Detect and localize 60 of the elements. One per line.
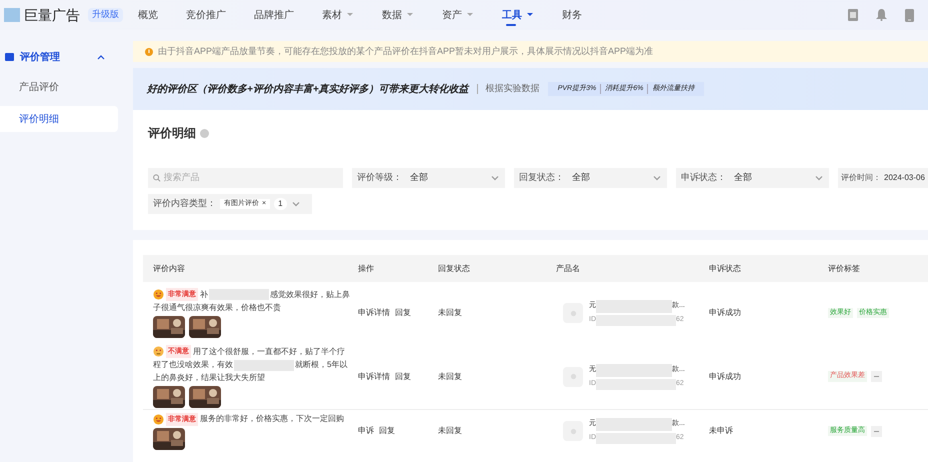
chevron-down-icon: [814, 173, 824, 183]
more-tags-icon[interactable]: [871, 426, 882, 436]
action-link[interactable]: 申诉: [358, 425, 374, 437]
column-header: 回复状态: [438, 262, 471, 274]
nav-tab[interactable]: 财务: [562, 0, 582, 30]
notice-text: 由于抖音APP端产品放量节奏，可能存在您投放的某个产品评价在抖音APP暂未对用户展示，具体展示情况以抖音APP端为准: [158, 44, 654, 58]
emoji-face-icon: [153, 289, 164, 300]
banner-headline: 好的评价区（评价数多+评价内容丰富+真实好评多）可带来更大转化收益: [147, 82, 469, 96]
filter-label: 评价内容类型：: [153, 197, 216, 210]
emoji-face-icon: [153, 414, 164, 425]
bell-icon[interactable]: [876, 9, 887, 21]
action-link[interactable]: 回复: [379, 425, 395, 437]
nav-tab[interactable]: 概览: [138, 0, 158, 30]
appeal-status: 申诉成功: [709, 307, 742, 319]
section-title: 评价明细: [148, 125, 196, 142]
nav-tab[interactable]: 素材: [322, 0, 354, 30]
warning-icon: [145, 48, 153, 56]
emoji-face-icon: [153, 346, 164, 358]
phone-icon[interactable]: [905, 8, 914, 22]
column-header: 产品名: [556, 262, 581, 274]
chevron-down-icon: [490, 173, 500, 183]
brand-name: 巨量广告: [24, 6, 80, 24]
column-header: 评价标签: [828, 262, 861, 274]
action-link[interactable]: 回复: [395, 307, 411, 319]
action-link[interactable]: 回复: [395, 370, 411, 382]
search-icon: [153, 174, 161, 182]
nav-tab[interactable]: 品牌推广: [254, 0, 294, 30]
action-link[interactable]: 申诉详情: [358, 307, 390, 319]
filter-select[interactable]: 评价等级： 全部: [352, 168, 505, 188]
document-icon[interactable]: [848, 9, 858, 21]
date-filter[interactable]: 评价时间： 2024-03-06: [838, 168, 928, 188]
action-link[interactable]: 申诉详情: [358, 370, 390, 382]
appeal-status: 申诉成功: [709, 370, 742, 382]
nav-tab[interactable]: 数据: [382, 0, 414, 30]
folder-icon: [5, 53, 14, 61]
search-input[interactable]: 搜索产品: [164, 171, 338, 185]
filter-select[interactable]: 申诉状态： 全部: [676, 168, 829, 188]
sidebar-item[interactable]: 评价明细: [0, 106, 118, 132]
more-tags-icon[interactable]: [871, 371, 882, 382]
nav-tab[interactable]: 工具: [502, 0, 534, 30]
reply-status: 未回复: [438, 307, 463, 319]
search-field[interactable]: 搜索产品: [148, 168, 343, 188]
appeal-status: 未申诉: [709, 425, 734, 437]
chevron-down-icon: [652, 173, 662, 183]
sidebar-group[interactable]: 评价管理: [0, 46, 118, 68]
filter-select[interactable]: 回复状态： 全部: [514, 168, 667, 188]
logo-icon: [4, 8, 20, 22]
column-header: 操作: [358, 262, 375, 274]
banner-source: 根据实验数据: [486, 82, 540, 96]
column-header: 评价内容: [152, 262, 186, 274]
version-badge: 升级版: [88, 8, 123, 22]
nav-tab[interactable]: 竞价推广: [186, 0, 226, 30]
sidebar-item[interactable]: 产品评价: [0, 74, 118, 100]
count-badge: 1: [274, 198, 287, 210]
nav-tab[interactable]: 资产: [442, 0, 474, 30]
chevron-icon: [97, 54, 105, 60]
chevron-down-icon: [290, 199, 301, 209]
column-header: 申诉状态: [709, 262, 742, 274]
reply-status: 未回复: [438, 370, 463, 382]
reply-status: 未回复: [438, 425, 463, 437]
